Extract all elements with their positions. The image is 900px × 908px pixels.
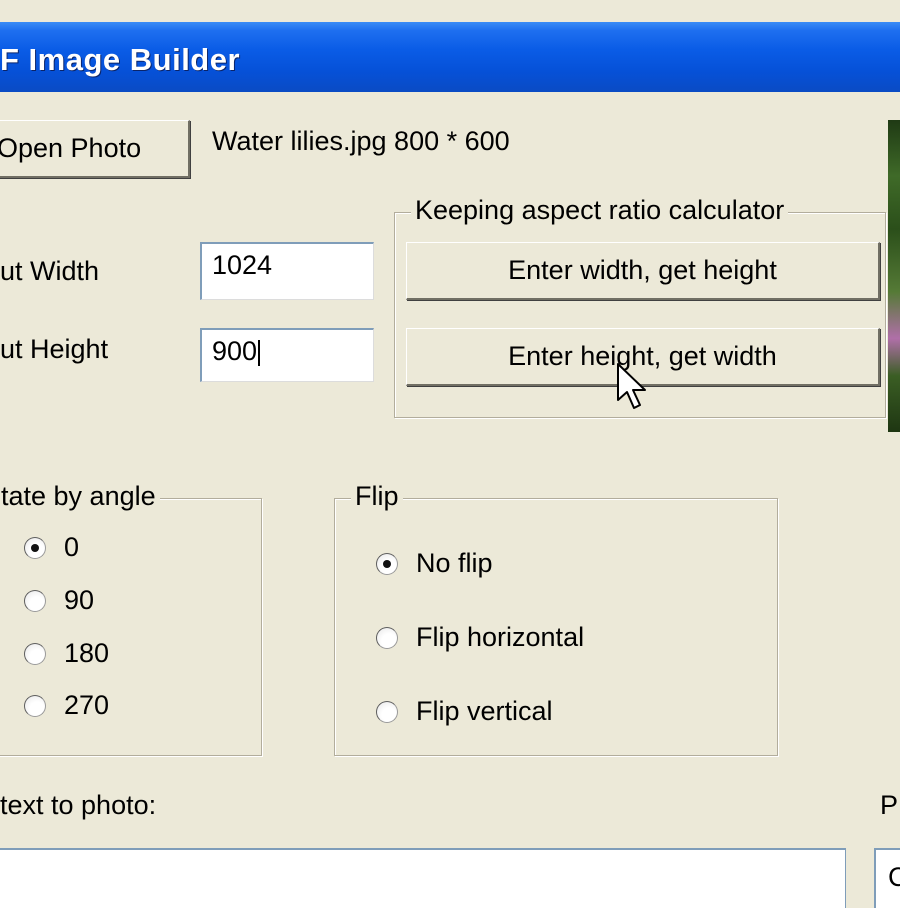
text-to-photo-input[interactable] xyxy=(0,848,846,908)
right-panel-input-value: C xyxy=(888,862,900,892)
top-strip xyxy=(0,0,900,22)
window-title: F Image Builder xyxy=(0,42,241,77)
text-caret xyxy=(258,339,261,366)
flip-legend: Flip xyxy=(351,481,403,512)
flip-option-none[interactable]: No flip xyxy=(376,548,493,579)
radio-icon[interactable] xyxy=(376,626,398,649)
photo-preview xyxy=(888,120,900,432)
height-label: ut Height xyxy=(0,334,109,364)
text-to-photo-label: text to photo: xyxy=(0,790,157,820)
right-panel-input[interactable]: C xyxy=(874,848,900,908)
rotate-option-0[interactable]: 0 xyxy=(24,532,79,563)
rotate-option-label: 90 xyxy=(64,585,95,615)
height-input-value: 900 xyxy=(212,336,258,366)
width-label: ut Width xyxy=(0,256,100,286)
right-panel-label: P xyxy=(880,790,899,820)
enter-width-get-height-label: Enter width, get height xyxy=(508,255,777,285)
radio-checked-icon[interactable] xyxy=(24,536,46,559)
flip-option-label: No flip xyxy=(416,548,493,578)
title-bar[interactable]: F Image Builder xyxy=(0,22,900,92)
enter-height-get-width-button[interactable]: Enter height, get width xyxy=(406,328,880,386)
flip-option-label: Flip vertical xyxy=(416,696,553,726)
rotate-option-180[interactable]: 180 xyxy=(24,638,109,669)
flip-option-label: Flip horizontal xyxy=(416,622,585,652)
photo-info: Water lilies.jpg 800 * 600 xyxy=(212,126,510,156)
radio-icon[interactable] xyxy=(24,642,46,665)
width-input[interactable]: 1024 xyxy=(200,242,374,300)
flip-option-vertical[interactable]: Flip vertical xyxy=(376,696,553,727)
enter-width-get-height-button[interactable]: Enter width, get height xyxy=(406,242,880,300)
height-input[interactable]: 900 xyxy=(200,328,374,382)
rotate-option-label: 180 xyxy=(64,638,110,668)
radio-icon[interactable] xyxy=(24,589,46,612)
enter-height-get-width-label: Enter height, get width xyxy=(508,341,777,371)
radio-checked-icon[interactable] xyxy=(376,552,398,575)
rotate-option-270[interactable]: 270 xyxy=(24,690,109,721)
radio-icon[interactable] xyxy=(24,694,46,717)
rotate-option-90[interactable]: 90 xyxy=(24,585,94,616)
aspect-ratio-legend: Keeping aspect ratio calculator xyxy=(411,195,789,226)
rotate-legend: tate by angle xyxy=(0,481,160,512)
rotate-option-label: 0 xyxy=(64,532,80,562)
flip-option-horizontal[interactable]: Flip horizontal xyxy=(376,622,584,653)
radio-icon[interactable] xyxy=(376,700,398,723)
open-photo-button-label: Open Photo xyxy=(0,133,142,163)
rotate-option-label: 270 xyxy=(64,690,110,720)
width-input-value: 1024 xyxy=(212,250,273,280)
open-photo-button[interactable]: Open Photo xyxy=(0,120,190,178)
